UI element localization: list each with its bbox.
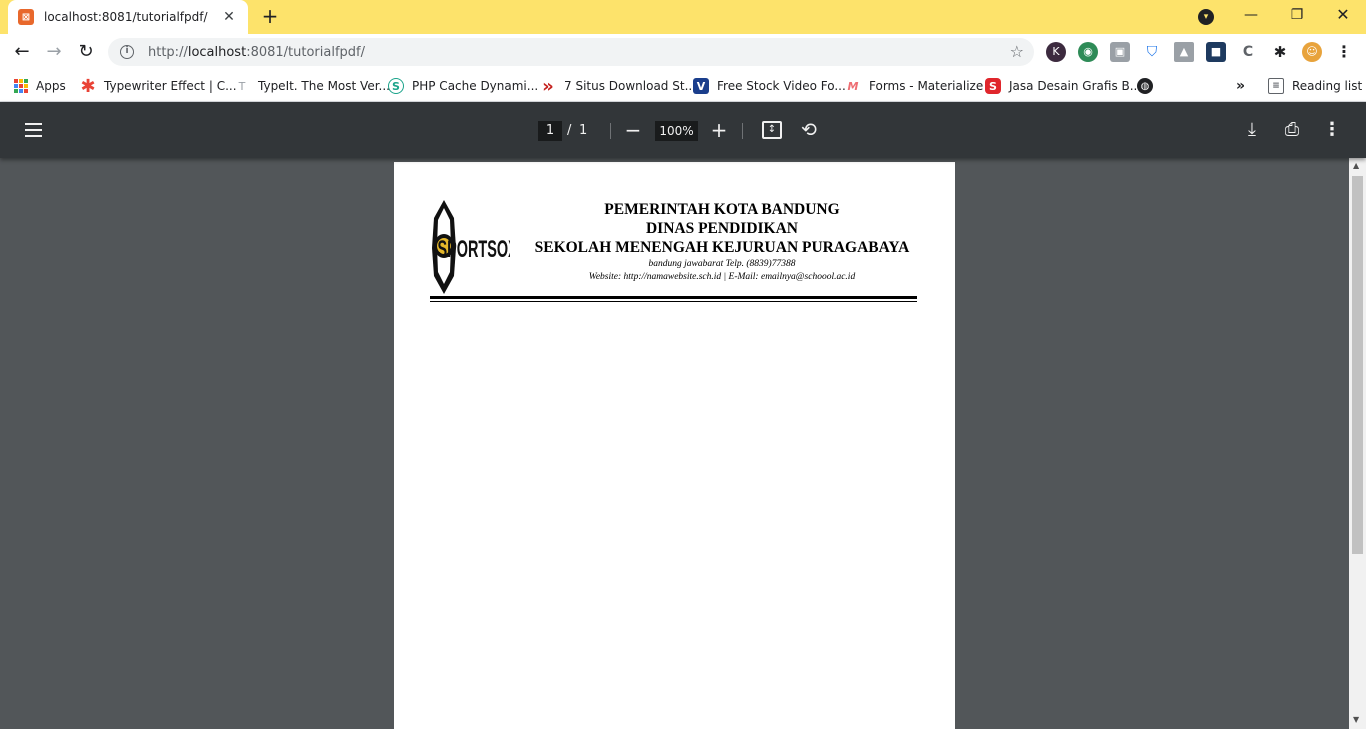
bookmark-star-icon[interactable]: ☆ bbox=[1010, 42, 1024, 61]
zoom-out-icon[interactable]: − bbox=[624, 118, 642, 142]
svg-text:SPORTSOX: SPORTSOX bbox=[437, 236, 510, 263]
scroll-up-icon[interactable]: ▲ bbox=[1353, 161, 1359, 170]
extension-globe-icon[interactable]: ◉ bbox=[1078, 42, 1098, 62]
reading-list-icon: ≡ bbox=[1268, 78, 1284, 94]
menu-hamburger-icon[interactable] bbox=[25, 123, 42, 137]
profile-avatar[interactable]: ☺ bbox=[1302, 42, 1322, 62]
letterhead-line-1: PEMERINTAH KOTA BANDUNG bbox=[604, 201, 840, 218]
more-options-icon[interactable]: ⋮ bbox=[1322, 119, 1342, 140]
scroll-down-icon[interactable]: ▼ bbox=[1353, 715, 1359, 724]
bookmark-jasa-desain[interactable]: S Jasa Desain Grafis B... bbox=[985, 76, 1141, 96]
letterhead-contact: Website: http://namawebsite.sch.id | E-M… bbox=[588, 272, 856, 282]
page-number-input[interactable]: 1 bbox=[538, 121, 562, 141]
extensions-puzzle-icon[interactable]: ✱ bbox=[1270, 42, 1290, 62]
extension-folder-icon[interactable]: ■ bbox=[1206, 42, 1226, 62]
restore-button[interactable]: ❐ bbox=[1282, 4, 1312, 26]
xampp-favicon-icon: ⊠ bbox=[18, 9, 34, 25]
tab-search-icon[interactable]: ▾ bbox=[1198, 9, 1214, 25]
new-tab-button[interactable]: + bbox=[258, 6, 282, 28]
close-tab-icon[interactable]: ✕ bbox=[220, 9, 238, 25]
rotate-icon[interactable]: ⟲ bbox=[798, 119, 820, 141]
letterhead-rule-thick bbox=[430, 296, 917, 299]
browser-toolbar: ← → ↻ i http://localhost:8081/tutorialfp… bbox=[0, 34, 1366, 70]
fit-page-icon[interactable]: ↕ bbox=[762, 121, 782, 139]
page-separator: / bbox=[567, 123, 572, 138]
letterhead-line-2: DINAS PENDIDIKAN bbox=[645, 220, 798, 237]
bookmark-globe[interactable]: ◍ bbox=[1137, 76, 1161, 96]
browser-menu-icon[interactable]: ⋮ bbox=[1334, 42, 1354, 62]
zoom-in-icon[interactable]: + bbox=[710, 118, 728, 142]
letterhead-line-3: SEKOLAH MENENGAH KEJURUAN PURAGABAYA bbox=[534, 239, 910, 256]
extension-k-icon[interactable]: K bbox=[1046, 42, 1066, 62]
bookmarks-bar: Apps ✱ Typewriter Effect | C... T TypeIt… bbox=[0, 70, 1366, 102]
extension-image-icon[interactable]: ▲ bbox=[1174, 42, 1194, 62]
bookmark-7-situs[interactable]: » 7 Situs Download St... bbox=[540, 75, 696, 97]
apps-grid-icon bbox=[14, 79, 28, 93]
address-bar[interactable]: i http://localhost:8081/tutorialfpdf/ ☆ bbox=[108, 38, 1034, 66]
extension-camera-icon[interactable]: ▣ bbox=[1110, 42, 1130, 62]
tab-title: localhost:8081/tutorialfpdf/ bbox=[44, 10, 208, 24]
tab-strip: ⊠ localhost:8081/tutorialfpdf/ ✕ + ▾ — ❐… bbox=[0, 0, 1366, 34]
info-icon[interactable]: i bbox=[120, 45, 134, 59]
pdf-toolbar: 1 / 1 − 100% + ↕ ⟲ ⤓ ⎙ ⋮ bbox=[0, 102, 1366, 158]
bookmarks-overflow-button[interactable]: » bbox=[1236, 76, 1245, 96]
toolbar-divider bbox=[742, 123, 743, 139]
pdf-page: SPORTSOX PEMERINTAH KOTA BANDUNG DINAS P… bbox=[394, 162, 955, 729]
scroll-thumb[interactable] bbox=[1352, 176, 1363, 554]
bookmark-php-cache[interactable]: S PHP Cache Dynami... bbox=[388, 76, 538, 96]
s-logo-icon: S bbox=[388, 78, 404, 94]
print-icon[interactable]: ⎙ bbox=[1281, 119, 1303, 140]
bookmark-free-stock-video[interactable]: V Free Stock Video Fo... bbox=[693, 76, 846, 96]
asterisk-icon: ✱ bbox=[80, 75, 96, 97]
reading-list-button[interactable]: ≡ Reading list bbox=[1268, 76, 1362, 96]
double-chevron-icon: » bbox=[542, 75, 554, 97]
forward-arrow-icon[interactable]: → bbox=[42, 40, 66, 64]
t-letter-icon: T bbox=[238, 79, 246, 93]
globe-icon: ◍ bbox=[1137, 78, 1153, 94]
download-icon[interactable]: ⤓ bbox=[1242, 119, 1262, 140]
url-text: http://localhost:8081/tutorialfpdf/ bbox=[148, 44, 365, 60]
s-red-icon: S bbox=[985, 78, 1001, 94]
bookmark-apps[interactable]: Apps bbox=[14, 76, 66, 96]
close-window-button[interactable]: ✕ bbox=[1328, 4, 1358, 26]
back-arrow-icon[interactable]: ← bbox=[10, 40, 34, 64]
zoom-input[interactable]: 100% bbox=[655, 121, 698, 141]
materialize-icon: M bbox=[847, 79, 859, 93]
v-logo-icon: V bbox=[693, 78, 709, 94]
page-total: 1 bbox=[579, 123, 588, 138]
letterhead-rule-thin bbox=[430, 301, 917, 302]
letterhead-text: PEMERINTAH KOTA BANDUNG DINAS PENDIDIKAN… bbox=[522, 200, 922, 284]
bookmark-typewriter-effect[interactable]: ✱ Typewriter Effect | C... bbox=[80, 75, 236, 97]
bookmark-forms-materialize[interactable]: M Forms - Materialize bbox=[845, 76, 984, 96]
extension-shield-icon[interactable]: ⛉ bbox=[1142, 42, 1162, 62]
bookmark-typeit[interactable]: T TypeIt. The Most Ver... bbox=[234, 76, 390, 96]
minimize-button[interactable]: — bbox=[1236, 4, 1266, 26]
vertical-scrollbar[interactable]: ▲ ▼ bbox=[1349, 158, 1366, 729]
browser-tab[interactable]: ⊠ localhost:8081/tutorialfpdf/ ✕ bbox=[8, 0, 248, 34]
reload-icon[interactable]: ↻ bbox=[74, 40, 98, 64]
toolbar-divider bbox=[610, 123, 611, 139]
extension-c-icon[interactable]: C bbox=[1238, 42, 1258, 62]
sportsox-logo: SPORTSOX bbox=[432, 200, 510, 294]
letterhead-address: bandung jawabarat Telp. (8839)77388 bbox=[648, 259, 796, 269]
